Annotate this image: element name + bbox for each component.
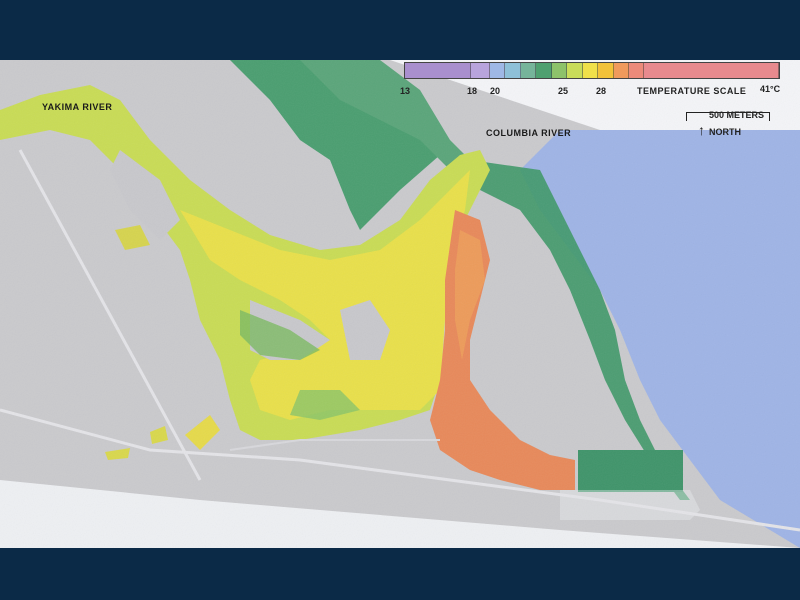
image-grain: [0, 60, 800, 548]
scale-swatch: [567, 63, 583, 78]
temperature-scale-bar: [404, 62, 780, 79]
yakima-river-label: YAKIMA RIVER: [42, 102, 113, 112]
scale-swatch: [470, 63, 491, 78]
scale-swatch: [551, 63, 568, 78]
scale-tick-18: 18: [467, 86, 478, 96]
scale-swatch: [520, 63, 537, 78]
north-arrow-icon: ↑: [698, 122, 705, 138]
distance-scale-label: 500 METERS: [709, 110, 765, 120]
columbia-river-label: COLUMBIA RIVER: [486, 128, 572, 138]
temperature-scale-title: TEMPERATURE SCALE: [637, 86, 747, 96]
scale-tick-25: 25: [558, 86, 569, 96]
scale-swatch: [628, 63, 645, 78]
scale-swatch: [582, 63, 599, 78]
scale-swatch: [613, 63, 629, 78]
scale-swatch: [598, 63, 614, 78]
temperature-scale-unit: 41°C: [760, 84, 781, 94]
scale-swatch: [490, 63, 506, 78]
scale-swatch: [505, 63, 521, 78]
north-label: NORTH: [709, 127, 741, 137]
thermal-map: [0, 60, 800, 548]
scale-swatch: [644, 63, 779, 78]
scale-swatch: [536, 63, 552, 78]
top-frame-band: [0, 0, 800, 60]
thermal-map-canvas: [0, 60, 800, 548]
scale-tick-20: 20: [490, 86, 501, 96]
scale-tick-28: 28: [596, 86, 607, 96]
scale-tick-13: 13: [400, 86, 411, 96]
bottom-frame-band: [0, 548, 800, 600]
scale-swatch: [405, 63, 471, 78]
